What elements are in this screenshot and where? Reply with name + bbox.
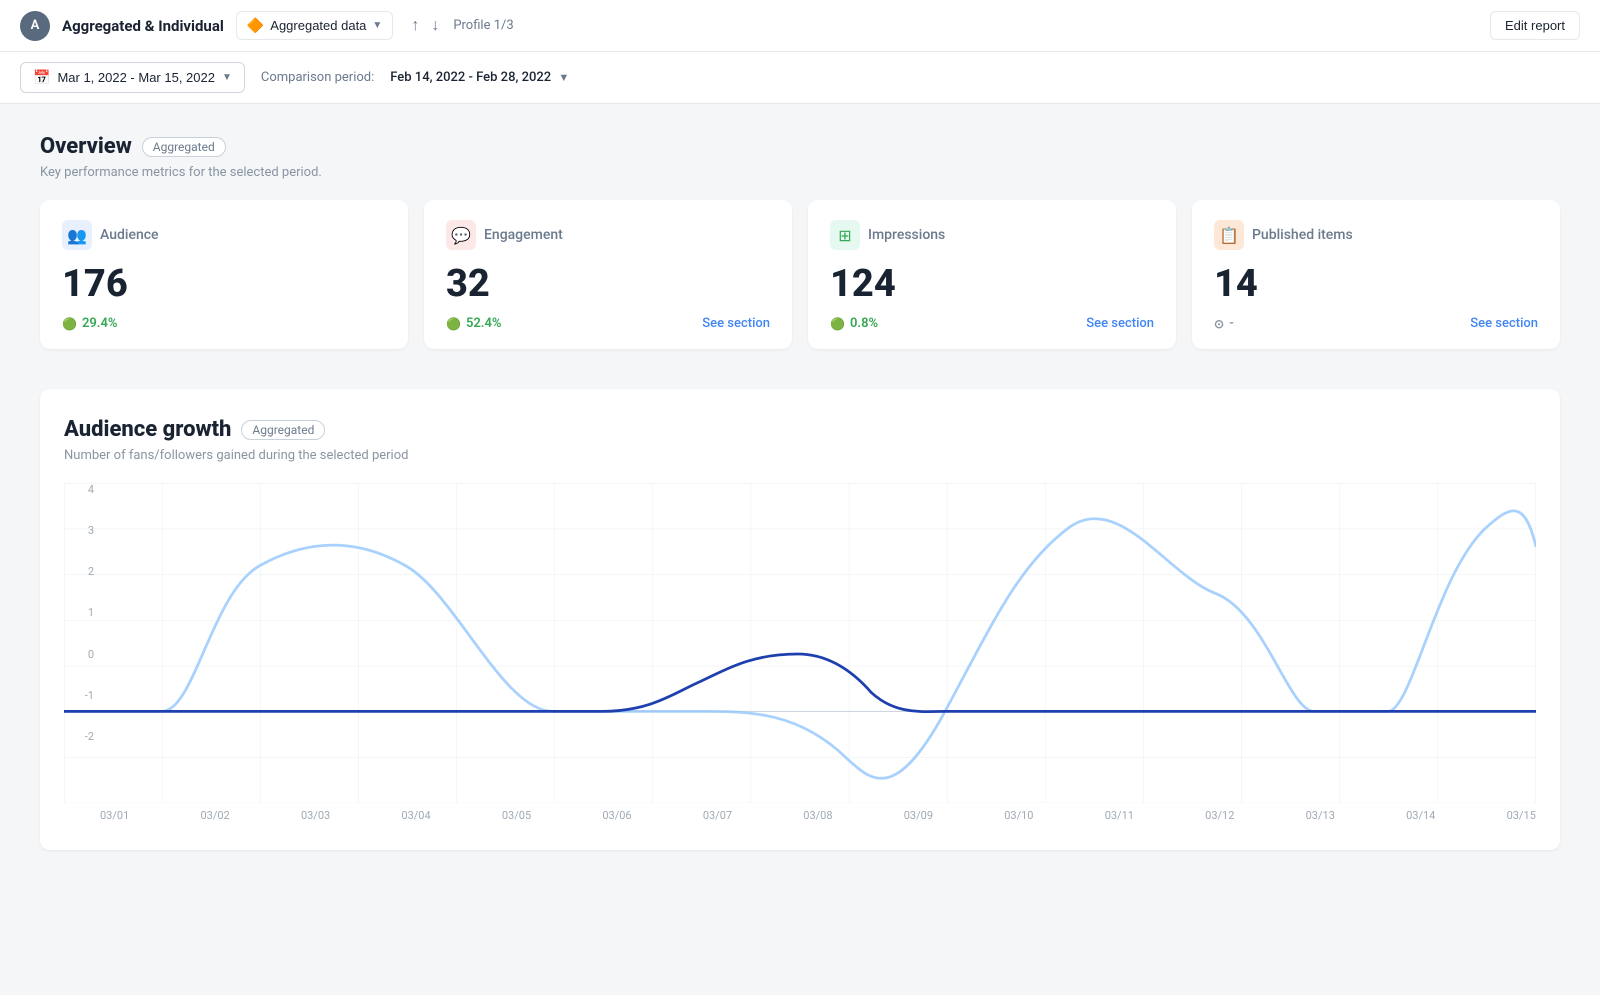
audience-growth-section: Audience growth Aggregated Number of fan… xyxy=(40,389,1560,850)
aggregated-data-dropdown[interactable]: 🔶 Aggregated data ▼ xyxy=(236,11,393,40)
app-header: A Aggregated & Individual 🔶 Aggregated d… xyxy=(0,0,1600,52)
x-label-0305: 03/05 xyxy=(502,809,531,822)
impressions-icon: ⊞ xyxy=(830,220,860,250)
impressions-footer: 🟢 0.8% See section xyxy=(830,316,1154,331)
audience-growth-chart xyxy=(64,483,1536,803)
x-label-0312: 03/12 xyxy=(1205,809,1234,822)
edit-report-button[interactable]: Edit report xyxy=(1490,11,1580,40)
comp-chevron-icon: ▼ xyxy=(558,71,569,84)
x-label-0315: 03/15 xyxy=(1507,809,1536,822)
impressions-change: 🟢 0.8% xyxy=(830,316,878,331)
overview-title: Overview xyxy=(40,134,132,159)
audience-growth-badge: Aggregated xyxy=(241,420,325,440)
audience-icon: 👥 xyxy=(62,220,92,250)
x-label-0307: 03/07 xyxy=(703,809,732,822)
date-chevron-icon: ▼ xyxy=(222,72,232,83)
up-green-icon: 🟢 xyxy=(830,317,845,331)
impressions-label: Impressions xyxy=(868,227,945,243)
published-card: 📋 Published items 14 ⊙ - See section xyxy=(1192,200,1560,349)
aggregated-data-label: Aggregated data xyxy=(270,18,366,33)
metrics-grid: 👥 Audience 176 🟢 29.4% 💬 Engagement 32 xyxy=(40,200,1560,349)
engagement-header: 💬 Engagement xyxy=(446,220,770,250)
comparison-period-picker[interactable]: Feb 14, 2022 - Feb 28, 2022 ▼ xyxy=(390,70,569,85)
y-label-1: 1 xyxy=(64,606,94,619)
x-axis: 03/01 03/02 03/03 03/04 03/05 03/06 03/0… xyxy=(64,803,1536,822)
x-label-0306: 03/06 xyxy=(602,809,631,822)
overview-section: Overview Aggregated Key performance metr… xyxy=(40,134,1560,349)
neutral-icon: ⊙ xyxy=(1214,317,1224,331)
x-label-0308: 03/08 xyxy=(803,809,832,822)
profile-label: Profile 1/3 xyxy=(453,18,513,33)
up-arrow-icon: 🟢 xyxy=(62,317,77,331)
audience-growth-header: Audience growth Aggregated xyxy=(64,417,1536,442)
impressions-header: ⊞ Impressions xyxy=(830,220,1154,250)
impressions-card: ⊞ Impressions 124 🟢 0.8% See section xyxy=(808,200,1176,349)
profile-nav: ↑ ↓ xyxy=(409,15,441,37)
y-label-4: 4 xyxy=(64,483,94,496)
aggregated-data-icon: 🔶 xyxy=(247,17,264,34)
overview-subtitle: Key performance metrics for the selected… xyxy=(40,165,1560,180)
engagement-footer: 🟢 52.4% See section xyxy=(446,316,770,331)
overview-badge: Aggregated xyxy=(142,137,226,157)
audience-header: 👥 Audience xyxy=(62,220,386,250)
x-label-0301: 03/01 xyxy=(100,809,129,822)
audience-growth-subtitle: Number of fans/followers gained during t… xyxy=(64,448,1536,463)
y-label-3: 3 xyxy=(64,524,94,537)
y-label-neg1: -1 xyxy=(64,689,94,702)
engagement-card: 💬 Engagement 32 🟢 52.4% See section xyxy=(424,200,792,349)
chevron-down-icon: ▼ xyxy=(372,20,382,31)
x-label-0314: 03/14 xyxy=(1406,809,1435,822)
published-label: Published items xyxy=(1252,227,1353,243)
x-label-0313: 03/13 xyxy=(1306,809,1335,822)
engagement-icon: 💬 xyxy=(446,220,476,250)
engagement-see-section[interactable]: See section xyxy=(702,316,770,331)
avatar: A xyxy=(20,11,50,41)
y-label-neg2: -2 xyxy=(64,730,94,743)
calendar-icon: 📅 xyxy=(33,69,50,86)
engagement-label: Engagement xyxy=(484,227,563,243)
y-label-2: 2 xyxy=(64,565,94,578)
page-title: Aggregated & Individual xyxy=(62,17,224,35)
engagement-change: 🟢 52.4% xyxy=(446,316,502,331)
y-axis: 4 3 2 1 0 -1 -2 xyxy=(64,483,94,743)
x-label-0311: 03/11 xyxy=(1105,809,1134,822)
nav-down-button[interactable]: ↓ xyxy=(429,15,441,37)
published-icon: 📋 xyxy=(1214,220,1244,250)
published-change: ⊙ - xyxy=(1214,316,1234,331)
chart-area: 4 3 2 1 0 -1 -2 xyxy=(64,483,1536,803)
x-label-0304: 03/04 xyxy=(401,809,430,822)
date-range-label: Mar 1, 2022 - Mar 15, 2022 xyxy=(57,70,215,85)
audience-change: 🟢 29.4% xyxy=(62,316,118,331)
impressions-value: 124 xyxy=(830,262,1154,306)
audience-growth-title: Audience growth xyxy=(64,417,231,442)
published-footer: ⊙ - See section xyxy=(1214,316,1538,331)
x-label-0309: 03/09 xyxy=(904,809,933,822)
date-range-picker[interactable]: 📅 Mar 1, 2022 - Mar 15, 2022 ▼ xyxy=(20,62,245,93)
up-circle-icon: 🟢 xyxy=(446,317,461,331)
x-label-0303: 03/03 xyxy=(301,809,330,822)
published-header: 📋 Published items xyxy=(1214,220,1538,250)
impressions-see-section[interactable]: See section xyxy=(1086,316,1154,331)
audience-card: 👥 Audience 176 🟢 29.4% xyxy=(40,200,408,349)
x-label-0302: 03/02 xyxy=(200,809,229,822)
audience-footer: 🟢 29.4% xyxy=(62,316,386,331)
y-label-0: 0 xyxy=(64,648,94,661)
date-bar: 📅 Mar 1, 2022 - Mar 15, 2022 ▼ Compariso… xyxy=(0,52,1600,104)
x-label-0310: 03/10 xyxy=(1004,809,1033,822)
published-see-section[interactable]: See section xyxy=(1470,316,1538,331)
nav-up-button[interactable]: ↑ xyxy=(409,15,421,37)
overview-header: Overview Aggregated xyxy=(40,134,1560,159)
audience-value: 176 xyxy=(62,262,386,306)
engagement-value: 32 xyxy=(446,262,770,306)
main-content: Overview Aggregated Key performance metr… xyxy=(0,104,1600,880)
comparison-prefix: Comparison period: xyxy=(261,70,374,85)
audience-label: Audience xyxy=(100,227,159,243)
published-value: 14 xyxy=(1214,262,1538,306)
